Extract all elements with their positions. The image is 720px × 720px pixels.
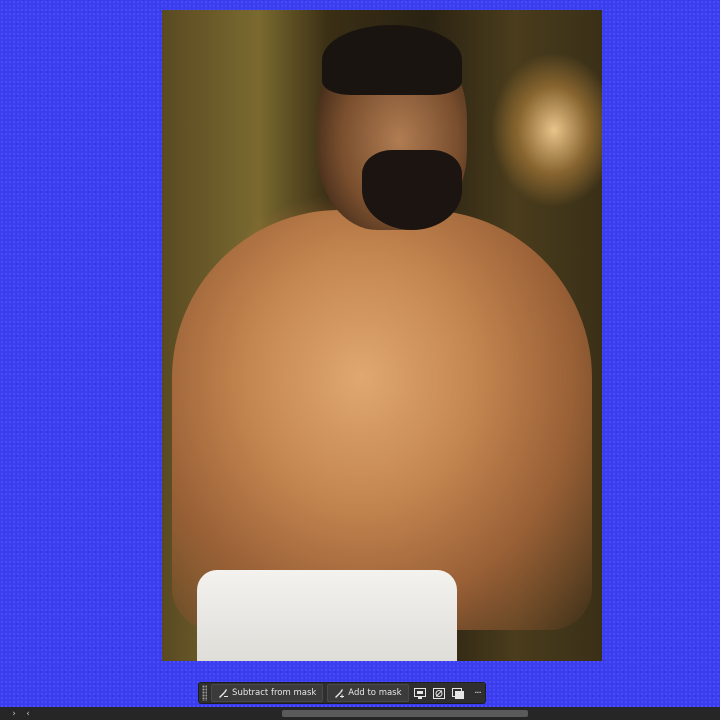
refine-mask-button[interactable] (451, 684, 466, 702)
scroll-thumb[interactable] (282, 710, 528, 717)
more-options-button[interactable]: ··· (470, 684, 485, 702)
brush-plus-icon (335, 689, 345, 698)
scroll-left-icon[interactable]: ‹ (22, 707, 34, 720)
photo-subject-towel (197, 570, 457, 661)
invert-mask-button[interactable] (432, 684, 447, 702)
document-image[interactable] (162, 10, 602, 661)
invert-mask-icon (433, 687, 446, 699)
horizontal-scrollbar: › ‹ (0, 707, 720, 720)
refine-mask-icon (452, 687, 465, 699)
mask-overlay-button[interactable] (413, 684, 428, 702)
photo-subject-torso (172, 210, 592, 630)
contextual-task-bar: Subtract from mask Add to mask ··· (198, 682, 486, 704)
brush-minus-icon (219, 689, 229, 698)
add-to-mask-label: Add to mask (348, 688, 402, 698)
canvas-area[interactable] (0, 0, 720, 707)
subtract-from-mask-button[interactable]: Subtract from mask (211, 684, 324, 702)
more-options-icon: ··· (474, 687, 481, 699)
add-to-mask-button[interactable]: Add to mask (327, 684, 409, 702)
photo-subject-hair (322, 25, 462, 95)
drag-handle-icon[interactable] (202, 685, 208, 701)
photo-subject-beard (362, 150, 462, 230)
scroll-track[interactable] (40, 710, 680, 717)
panel-toggle-icon[interactable]: › (8, 707, 20, 720)
mask-overlay-icon (414, 687, 427, 699)
subtract-from-mask-label: Subtract from mask (232, 688, 317, 698)
